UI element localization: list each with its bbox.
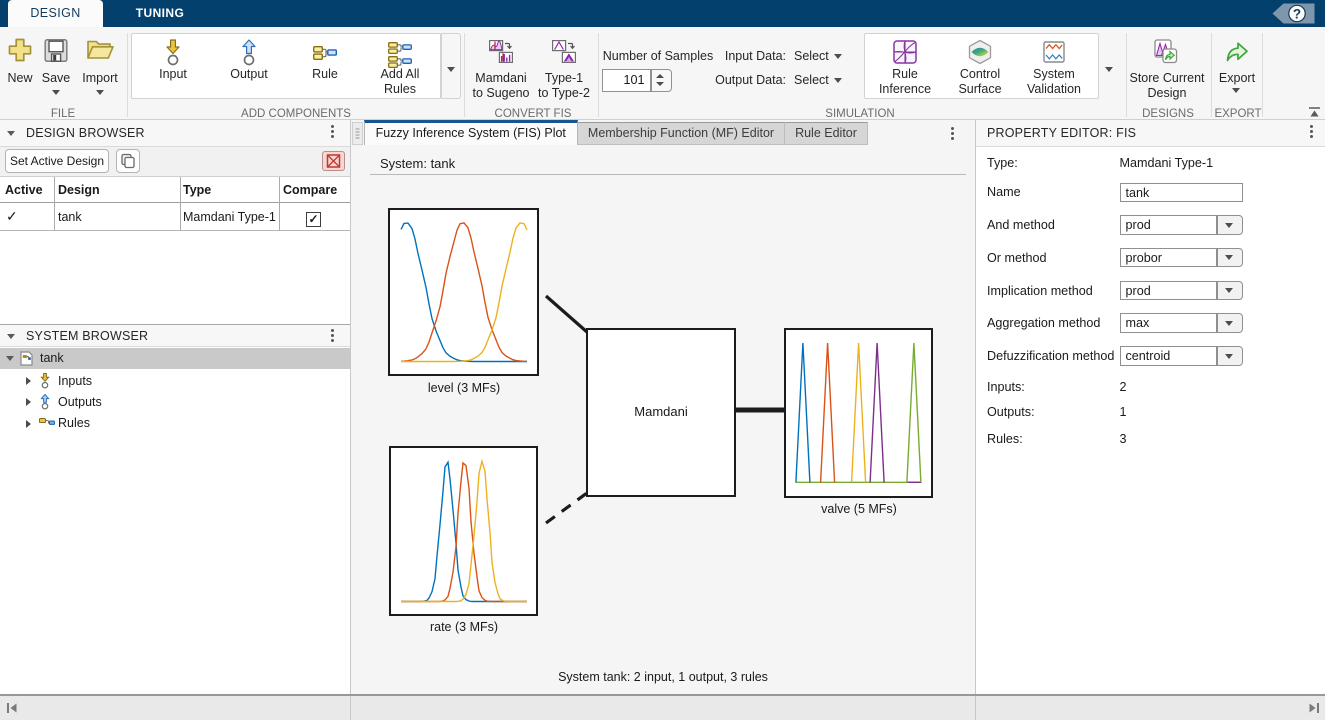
svg-text:?: ? — [1293, 6, 1301, 21]
